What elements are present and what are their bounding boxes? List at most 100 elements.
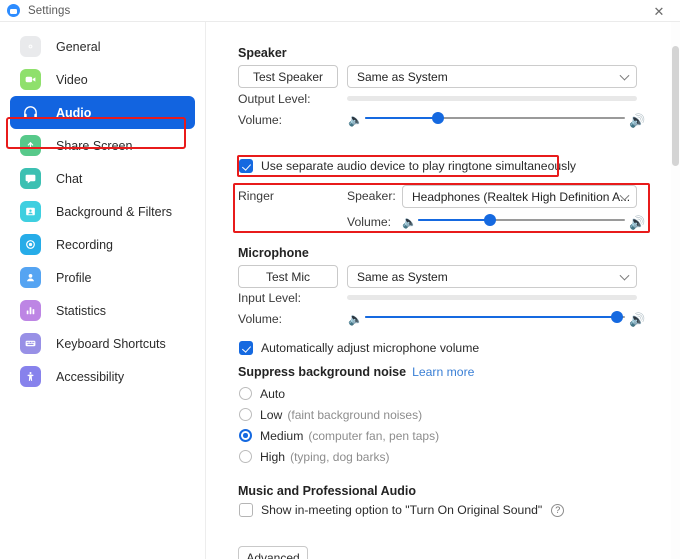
microphone-volume-label: Volume:: [238, 312, 283, 326]
sidebar-item-label: Profile: [56, 270, 92, 285]
original-sound-label: Show in-meeting option to "Turn On Origi…: [261, 503, 543, 517]
radio-option-auto[interactable]: Auto: [239, 383, 439, 404]
close-icon[interactable]: ✕: [638, 0, 680, 22]
scrollbar-track[interactable]: [671, 22, 680, 559]
gear-icon: [20, 36, 41, 57]
radio-option-low[interactable]: Low (faint background noises): [239, 404, 439, 425]
sidebar-item-label: Share Screen: [56, 138, 133, 153]
settings-window: Settings ✕ General Video Audio Share Scr…: [0, 0, 680, 559]
speaker-high-icon: 🔊: [629, 215, 646, 230]
auto-adjust-mic-checkbox-row[interactable]: Automatically adjust microphone volume: [239, 341, 479, 355]
sidebar-item-label: Recording: [56, 237, 113, 252]
question-mark-icon[interactable]: ?: [551, 503, 565, 517]
chevron-down-icon: [619, 70, 630, 81]
accessibility-icon: [20, 366, 41, 387]
slider-handle[interactable]: [611, 311, 624, 323]
headphones-icon: [20, 102, 41, 123]
input-level-meter: [347, 295, 637, 300]
test-mic-button[interactable]: Test Mic: [238, 265, 338, 288]
suppress-noise-heading: Suppress background noise: [238, 365, 407, 379]
sidebar-item-statistics[interactable]: Statistics: [10, 294, 195, 327]
sidebar-item-keyboard-shortcuts[interactable]: Keyboard Shortcuts: [10, 327, 195, 360]
test-speaker-button[interactable]: Test Speaker: [238, 65, 338, 88]
speaker-volume-label: Volume:: [238, 113, 283, 127]
radio-option-high[interactable]: High (typing, dog barks): [239, 446, 439, 467]
speaker-low-icon: 🔈: [348, 113, 363, 127]
speaker-device-value: Same as System: [357, 69, 448, 84]
original-sound-checkbox-row[interactable]: Show in-meeting option to "Turn On Origi…: [239, 503, 565, 517]
suppress-noise-header: Suppress background noise Learn more: [238, 365, 474, 379]
record-circle-icon: [20, 234, 41, 255]
slider-fill: [365, 315, 618, 319]
separate-ringtone-checkbox-row[interactable]: Use separate audio device to play ringto…: [239, 159, 576, 173]
advanced-button[interactable]: Advanced: [238, 546, 308, 559]
sidebar-item-label: General: [56, 39, 101, 54]
sidebar-item-label: Keyboard Shortcuts: [56, 336, 166, 351]
radio-label: Medium: [260, 428, 304, 443]
sidebar-item-chat[interactable]: Chat: [10, 162, 195, 195]
person-frame-icon: [20, 201, 41, 222]
sidebar-item-profile[interactable]: Profile: [10, 261, 195, 294]
input-level-label: Input Level:: [238, 291, 302, 305]
sidebar-item-accessibility[interactable]: Accessibility: [10, 360, 195, 393]
original-sound-checkbox[interactable]: [239, 503, 253, 517]
sidebar-item-video[interactable]: Video: [10, 63, 195, 96]
bar-chart-icon: [20, 300, 41, 321]
title-bar: Settings ✕: [0, 0, 680, 22]
music-audio-heading: Music and Professional Audio: [238, 484, 417, 498]
radio-button[interactable]: [239, 450, 252, 463]
ringer-volume-slider[interactable]: [418, 212, 625, 228]
sidebar-item-general[interactable]: General: [10, 30, 195, 63]
auto-adjust-mic-checkbox[interactable]: [239, 341, 253, 355]
microphone-heading: Microphone: [238, 246, 309, 260]
speaker-high-icon: 🔊: [629, 113, 646, 128]
person-icon: [20, 267, 41, 288]
speaker-volume-slider[interactable]: [365, 110, 625, 126]
radio-button[interactable]: [239, 408, 252, 421]
sidebar-item-label: Chat: [56, 171, 83, 186]
output-level-meter: [347, 96, 637, 101]
sidebar-item-share-screen[interactable]: Share Screen: [10, 129, 195, 162]
sidebar-item-label: Audio: [56, 105, 92, 120]
scrollbar-thumb[interactable]: [672, 46, 679, 166]
microphone-volume-slider[interactable]: [365, 309, 625, 325]
slider-fill: [365, 116, 438, 120]
radio-hint: (faint background noises): [287, 407, 423, 422]
radio-hint: (computer fan, pen taps): [308, 428, 440, 443]
video-camera-icon: [20, 69, 41, 90]
radio-button[interactable]: [239, 387, 252, 400]
radio-label: Auto: [260, 386, 286, 401]
separate-ringtone-checkbox[interactable]: [239, 159, 253, 173]
separate-ringtone-label: Use separate audio device to play ringto…: [261, 159, 577, 173]
radio-label: High: [260, 449, 286, 464]
zoom-logo-icon: [7, 4, 20, 17]
sidebar-item-audio[interactable]: Audio: [10, 96, 195, 129]
speaker-low-icon: 🔈: [348, 312, 363, 326]
sidebar: General Video Audio Share Screen Chat Ba…: [0, 22, 206, 559]
sidebar-item-label: Accessibility: [56, 369, 125, 384]
window-title: Settings: [28, 4, 71, 17]
suppress-noise-options: Auto Low (faint background noises) Mediu…: [239, 383, 439, 467]
output-level-label: Output Level:: [238, 92, 311, 106]
keyboard-icon: [20, 333, 41, 354]
speaker-heading: Speaker: [238, 46, 287, 60]
radio-button[interactable]: [239, 429, 252, 442]
auto-adjust-mic-label: Automatically adjust microphone volume: [261, 341, 480, 355]
speaker-device-select[interactable]: Same as System: [347, 65, 637, 88]
ringer-heading: Ringer: [238, 189, 274, 203]
microphone-device-value: Same as System: [357, 269, 448, 284]
slider-handle[interactable]: [484, 214, 497, 226]
chat-bubble-icon: [20, 168, 41, 189]
sidebar-item-background-filters[interactable]: Background & Filters: [10, 195, 195, 228]
learn-more-link[interactable]: Learn more: [412, 365, 474, 379]
audio-settings-panel: Speaker Test Speaker Same as System Outp…: [207, 22, 680, 559]
sidebar-item-label: Background & Filters: [56, 204, 173, 219]
slider-handle[interactable]: [431, 112, 444, 124]
slider-fill: [418, 218, 491, 222]
radio-hint: (typing, dog barks): [290, 449, 390, 464]
microphone-device-select[interactable]: Same as System: [347, 265, 637, 288]
radio-option-medium[interactable]: Medium (computer fan, pen taps): [239, 425, 439, 446]
sidebar-item-recording[interactable]: Recording: [10, 228, 195, 261]
ringer-device-select[interactable]: Headphones (Realtek High Definition A...: [402, 185, 637, 208]
ringer-speaker-label: Speaker:: [347, 189, 396, 203]
